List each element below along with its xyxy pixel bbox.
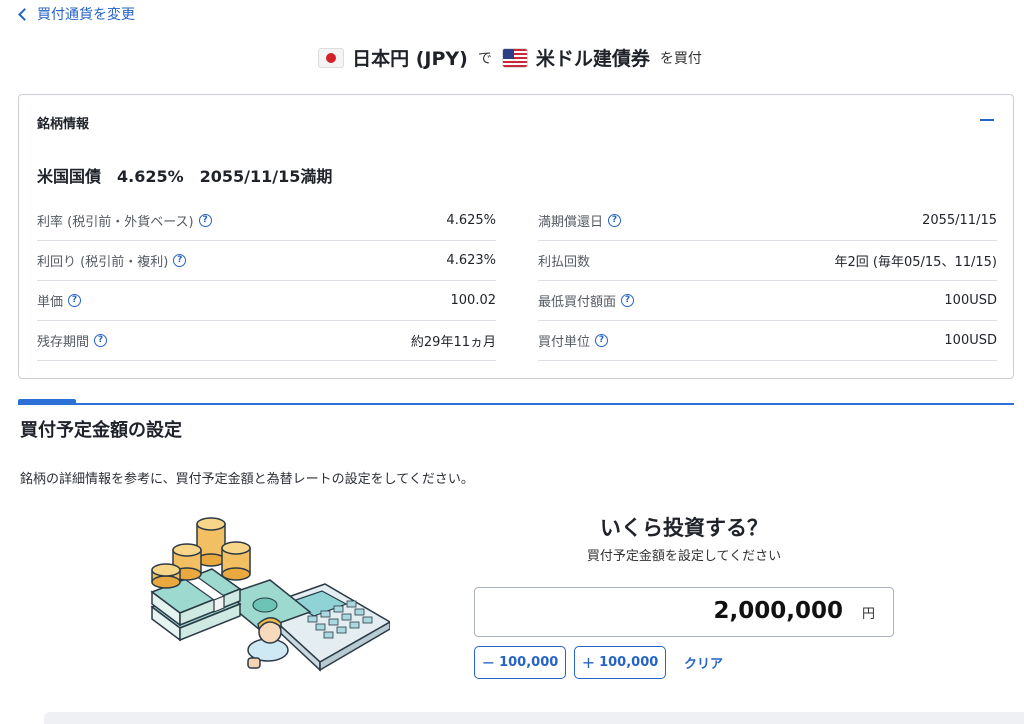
info-value: 100.02: [450, 293, 497, 308]
bond-info-card: 銘柄情報 米国国債 4.625% 2055/11/15満期 利率 (税引前・外貨…: [18, 94, 1014, 379]
info-value: 2055/11/15: [922, 213, 997, 228]
increase-amount-button[interactable]: + 100,000: [574, 646, 666, 679]
info-row-minimum-amount: 最低買付額面 ? 100USD: [538, 281, 997, 321]
clear-amount-button[interactable]: クリア: [684, 653, 723, 672]
info-value: 4.623%: [446, 253, 496, 268]
info-value: 100USD: [944, 333, 997, 348]
collapse-icon[interactable]: [977, 110, 997, 130]
minus-icon: −: [481, 653, 496, 672]
info-label: 最低買付額面: [538, 295, 617, 310]
decrease-amount-button[interactable]: − 100,000: [474, 646, 566, 679]
info-row-yield: 利回り (税引前・複利) ? 4.623%: [37, 241, 496, 281]
help-icon[interactable]: ?: [621, 294, 635, 307]
bond-info-right-column: 満期償還日 ? 2055/11/15 利払回数 年2回 (毎年05/15、11/…: [538, 201, 997, 361]
info-row-coupon: 利率 (税引前・外貨ベース) ? 4.625%: [37, 201, 496, 241]
help-icon[interactable]: ?: [608, 214, 622, 227]
increase-amount-label: 100,000: [599, 655, 659, 670]
help-icon[interactable]: ?: [198, 214, 212, 227]
title-connector: で: [477, 50, 492, 67]
plus-icon: +: [581, 653, 596, 672]
page-title: 日本円 (JPY) で 米ドル建債券 を買付: [0, 44, 1024, 71]
from-currency: 日本円 (JPY): [352, 48, 468, 70]
bottom-bar: [44, 712, 1024, 724]
amount-section-description: 銘柄の詳細情報を参考に、買付予定金額と為替レートの設定をしてください。: [20, 472, 474, 487]
change-currency-link[interactable]: 買付通貨を変更: [18, 4, 135, 24]
decrease-amount-label: 100,000: [499, 655, 559, 670]
investment-illustration: [150, 517, 390, 672]
purchase-amount-unit: 円: [861, 607, 875, 622]
info-label: 残存期間: [37, 335, 90, 350]
title-suffix: を買付: [659, 50, 702, 67]
section-divider: [18, 403, 1014, 405]
info-row-unit-price: 単価 ? 100.02: [37, 281, 496, 321]
help-icon[interactable]: ?: [595, 334, 609, 347]
help-icon[interactable]: ?: [94, 334, 108, 347]
change-currency-label: 買付通貨を変更: [37, 7, 135, 23]
info-label: 満期償還日: [538, 215, 604, 230]
help-icon[interactable]: ?: [68, 294, 82, 307]
info-label: 単価: [37, 295, 64, 310]
info-row-remaining-period: 残存期間 ? 約29年11ヵ月: [37, 321, 496, 361]
info-row-maturity-date: 満期償還日 ? 2055/11/15: [538, 201, 997, 241]
amount-section-title: 買付予定金額の設定: [20, 420, 182, 441]
info-label: 買付単位: [538, 335, 591, 350]
purchase-amount-input[interactable]: 2,000,000 円: [474, 587, 894, 637]
investment-question: いくら投資する？: [600, 516, 768, 540]
japan-flag-icon: [318, 47, 345, 68]
info-label: 利率 (税引前・外貨ベース): [37, 215, 194, 230]
bond-info-heading: 銘柄情報: [37, 117, 90, 132]
chevron-left-icon: [18, 7, 31, 21]
info-value: 約29年11ヵ月: [410, 335, 496, 350]
bond-info-left-column: 利率 (税引前・外貨ベース) ? 4.625% 利回り (税引前・複利) ? 4…: [37, 201, 496, 361]
info-label: 利回り (税引前・複利): [37, 255, 169, 270]
info-value: 年2回 (毎年05/15、11/15): [834, 255, 997, 270]
bond-name: 米国国債 4.625% 2055/11/15満期: [37, 167, 333, 186]
help-icon[interactable]: ?: [173, 254, 187, 267]
info-value: 100USD: [944, 293, 997, 308]
info-row-purchase-unit: 買付単位 ? 100USD: [538, 321, 997, 361]
info-row-interest-frequency: 利払回数 年2回 (毎年05/15、11/15): [538, 241, 997, 281]
info-label: 利払回数: [538, 255, 591, 270]
investment-question-subtitle: 買付予定金額を設定してください: [586, 549, 782, 564]
product-name: 米ドル建債券: [535, 48, 650, 70]
us-flag-icon: [501, 47, 528, 68]
info-value: 4.625%: [446, 213, 496, 228]
purchase-amount-value: 2,000,000: [713, 598, 844, 624]
